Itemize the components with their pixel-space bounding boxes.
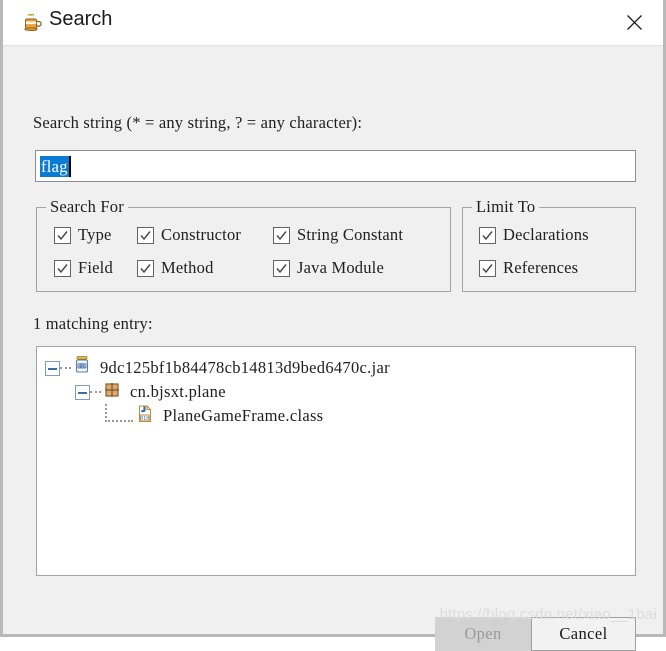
tree-item-class[interactable]: 010 PlaneGameFrame.class (105, 404, 324, 429)
svg-text:010: 010 (78, 364, 87, 370)
checkbox-references-label: References (503, 258, 579, 277)
checkbox-method-label: Method (161, 258, 214, 277)
tree-item-package[interactable]: cn.bjsxt.plane (75, 381, 226, 403)
checkbox-field-label: Field (78, 258, 113, 277)
search-for-group-title: Search For (46, 197, 128, 217)
class-file-icon: 010 (135, 404, 154, 429)
checkbox-declarations-label: Declarations (503, 225, 589, 244)
checkbox-method-box[interactable] (137, 259, 154, 277)
tree-item-package-label: cn.bjsxt.plane (130, 382, 226, 401)
checkbox-declarations-box[interactable] (479, 226, 496, 244)
tree-connector (60, 366, 71, 370)
search-string-label: Search string (* = any string, ? = any c… (33, 113, 363, 132)
tree-item-class-label: PlaneGameFrame.class (163, 406, 324, 425)
collapse-icon-jar[interactable] (45, 360, 60, 376)
checkbox-string-constant-label: String Constant (297, 225, 404, 244)
collapse-icon-package[interactable] (75, 384, 90, 400)
package-icon (103, 381, 121, 404)
checkbox-constructor-box[interactable] (137, 226, 154, 244)
tree-item-jar[interactable]: 010 9dc125bf1b84478cb14813d9bed6470c.jar (45, 356, 390, 380)
dialog-titlebar: Search (3, 0, 663, 46)
checkbox-string-constant-box[interactable] (273, 226, 290, 244)
dialog-body: Search string (* = any string, ? = any c… (3, 46, 663, 651)
svg-text:010: 010 (140, 415, 149, 421)
dialog-title: Search (49, 8, 113, 30)
checkbox-java-module-label: Java Module (297, 258, 384, 277)
checkbox-constructor[interactable]: Constructor (137, 225, 241, 245)
results-tree[interactable]: 010 9dc125bf1b84478cb14813d9bed6470c.jar… (36, 346, 636, 576)
text-caret (68, 155, 71, 177)
jar-file-icon: 010 (73, 356, 91, 380)
search-dialog: Search Search string (* = any string, ? … (0, 0, 666, 651)
limit-to-group: Limit To Declarations References (462, 197, 636, 292)
checkbox-field[interactable]: Field (54, 258, 113, 278)
search-input-value: flag (40, 155, 69, 177)
java-coffee-cup-icon (21, 11, 43, 33)
checkbox-constructor-label: Constructor (161, 225, 242, 244)
checkbox-java-module[interactable]: Java Module (273, 258, 384, 278)
checkbox-declarations[interactable]: Declarations (479, 225, 589, 245)
search-input[interactable]: flag (35, 150, 636, 182)
watermark: https://blog.csdn.net/xiao__1bai (439, 606, 657, 623)
matching-entry-label: 1 matching entry: (33, 314, 153, 333)
search-for-group: Search For Type Constructor String Const… (36, 197, 451, 292)
checkbox-method[interactable]: Method (137, 258, 214, 278)
checkbox-type[interactable]: Type (54, 225, 112, 245)
tree-connector (90, 390, 101, 394)
tree-item-jar-label: 9dc125bf1b84478cb14813d9bed6470c.jar (100, 358, 390, 377)
checkbox-references[interactable]: References (479, 258, 578, 278)
checkbox-field-box[interactable] (54, 259, 71, 277)
checkbox-java-module-box[interactable] (273, 259, 290, 277)
tree-connector (105, 404, 133, 422)
limit-to-group-title: Limit To (472, 197, 540, 217)
checkbox-references-box[interactable] (479, 259, 496, 277)
checkbox-string-constant[interactable]: String Constant (273, 225, 403, 245)
checkbox-type-label: Type (78, 225, 112, 244)
close-icon[interactable] (616, 5, 652, 39)
checkbox-type-box[interactable] (54, 226, 71, 244)
